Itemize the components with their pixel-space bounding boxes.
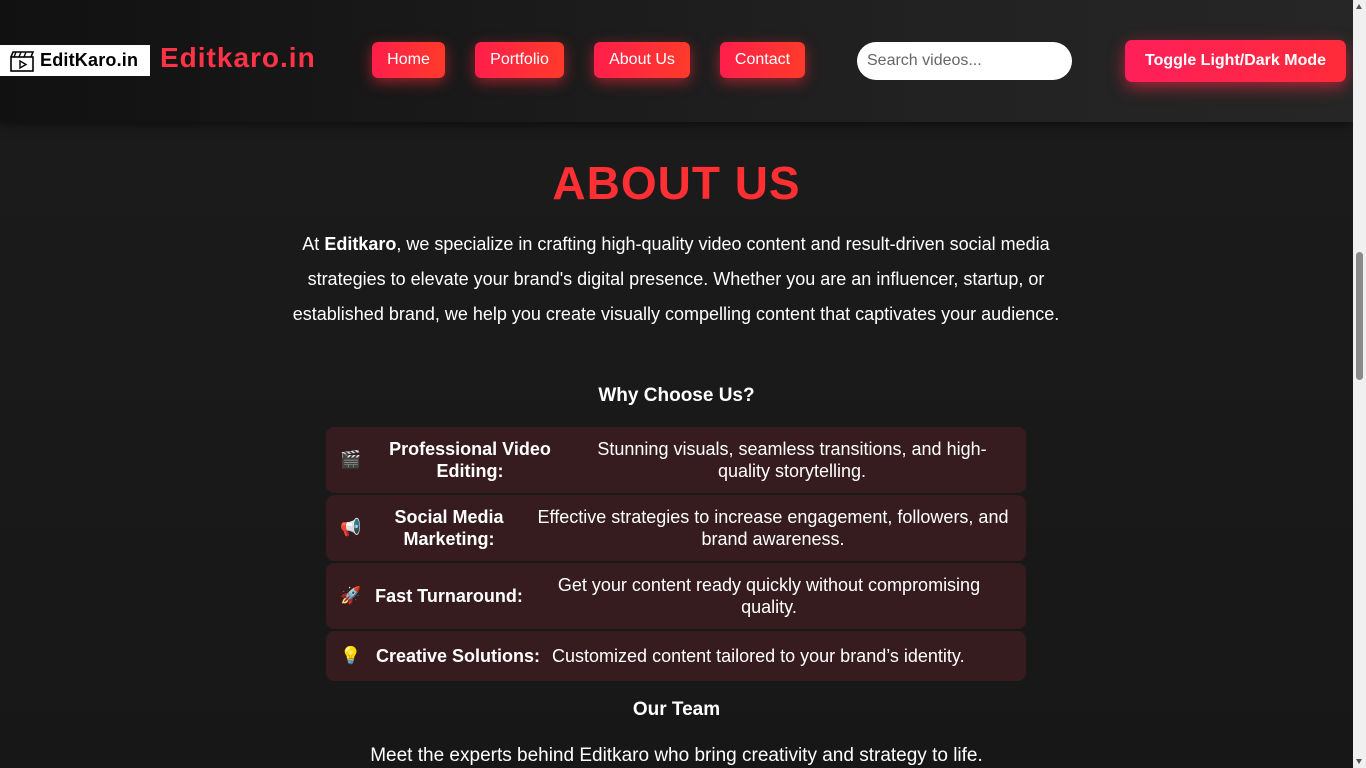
why-choose-heading: Why Choose Us? <box>598 385 755 406</box>
page-title: ABOUT US <box>552 157 801 209</box>
search-input[interactable] <box>857 42 1072 80</box>
feature-label: Creative Solutions: <box>376 646 541 666</box>
scroll-down-arrow-icon[interactable] <box>1356 759 1362 764</box>
intro-prefix: At <box>302 234 325 254</box>
nav-portfolio-button[interactable]: Portfolio <box>475 42 564 78</box>
feature-item: 📢 Social Media Marketing: Effective stra… <box>326 495 1026 561</box>
clapperboard-logo-icon <box>10 50 34 72</box>
feature-label: Social Media Marketing: <box>394 507 504 549</box>
feature-description: Customized content tailored to your bran… <box>552 646 965 666</box>
feature-description: Get your content ready quickly without c… <box>557 575 981 617</box>
megaphone-icon: 📢 <box>340 518 362 537</box>
nav-home-button[interactable]: Home <box>372 42 445 78</box>
rocket-icon: 🚀 <box>340 586 362 605</box>
feature-description: Stunning visuals, seamless transitions, … <box>597 439 987 481</box>
nav-about-button[interactable]: About Us <box>594 42 690 78</box>
team-heading: Our Team <box>632 699 721 720</box>
intro-text: , we specialize in crafting high-quality… <box>292 234 1060 324</box>
intro-brand: Editkaro <box>324 234 397 254</box>
lightbulb-icon: 💡 <box>340 646 362 665</box>
logo[interactable]: EditKaro.in <box>0 45 150 76</box>
features-list: 🎬 Professional Video Editing: Stunning v… <box>326 427 1026 683</box>
feature-item: 🎬 Professional Video Editing: Stunning v… <box>326 427 1026 493</box>
clapperboard-icon: 🎬 <box>340 450 362 469</box>
top-navbar: EditKaro.in Editkaro.in Home Portfolio A… <box>0 0 1353 122</box>
nav-contact-button[interactable]: Contact <box>720 42 805 78</box>
logo-text: EditKaro.in <box>40 50 139 70</box>
feature-description: Effective strategies to increase engagem… <box>537 507 1009 549</box>
feature-label: Professional Video Editing: <box>389 439 551 481</box>
page: EditKaro.in Editkaro.in Home Portfolio A… <box>0 0 1366 768</box>
brand-title[interactable]: Editkaro.in <box>160 42 316 74</box>
scroll-up-arrow-icon[interactable] <box>1356 4 1362 9</box>
theme-toggle-button[interactable]: Toggle Light/Dark Mode <box>1125 40 1346 82</box>
scrollbar-thumb[interactable] <box>1356 252 1363 380</box>
feature-label: Fast Turnaround: <box>375 586 523 606</box>
feature-item: 🚀 Fast Turnaround: Get your content read… <box>326 563 1026 629</box>
vertical-scrollbar[interactable] <box>1353 0 1366 768</box>
feature-item: 💡 Creative Solutions: Customized content… <box>326 631 1026 681</box>
about-intro: At Editkaro, we specialize in crafting h… <box>270 227 1082 332</box>
team-description: Meet the experts behind Editkaro who bri… <box>370 745 983 766</box>
